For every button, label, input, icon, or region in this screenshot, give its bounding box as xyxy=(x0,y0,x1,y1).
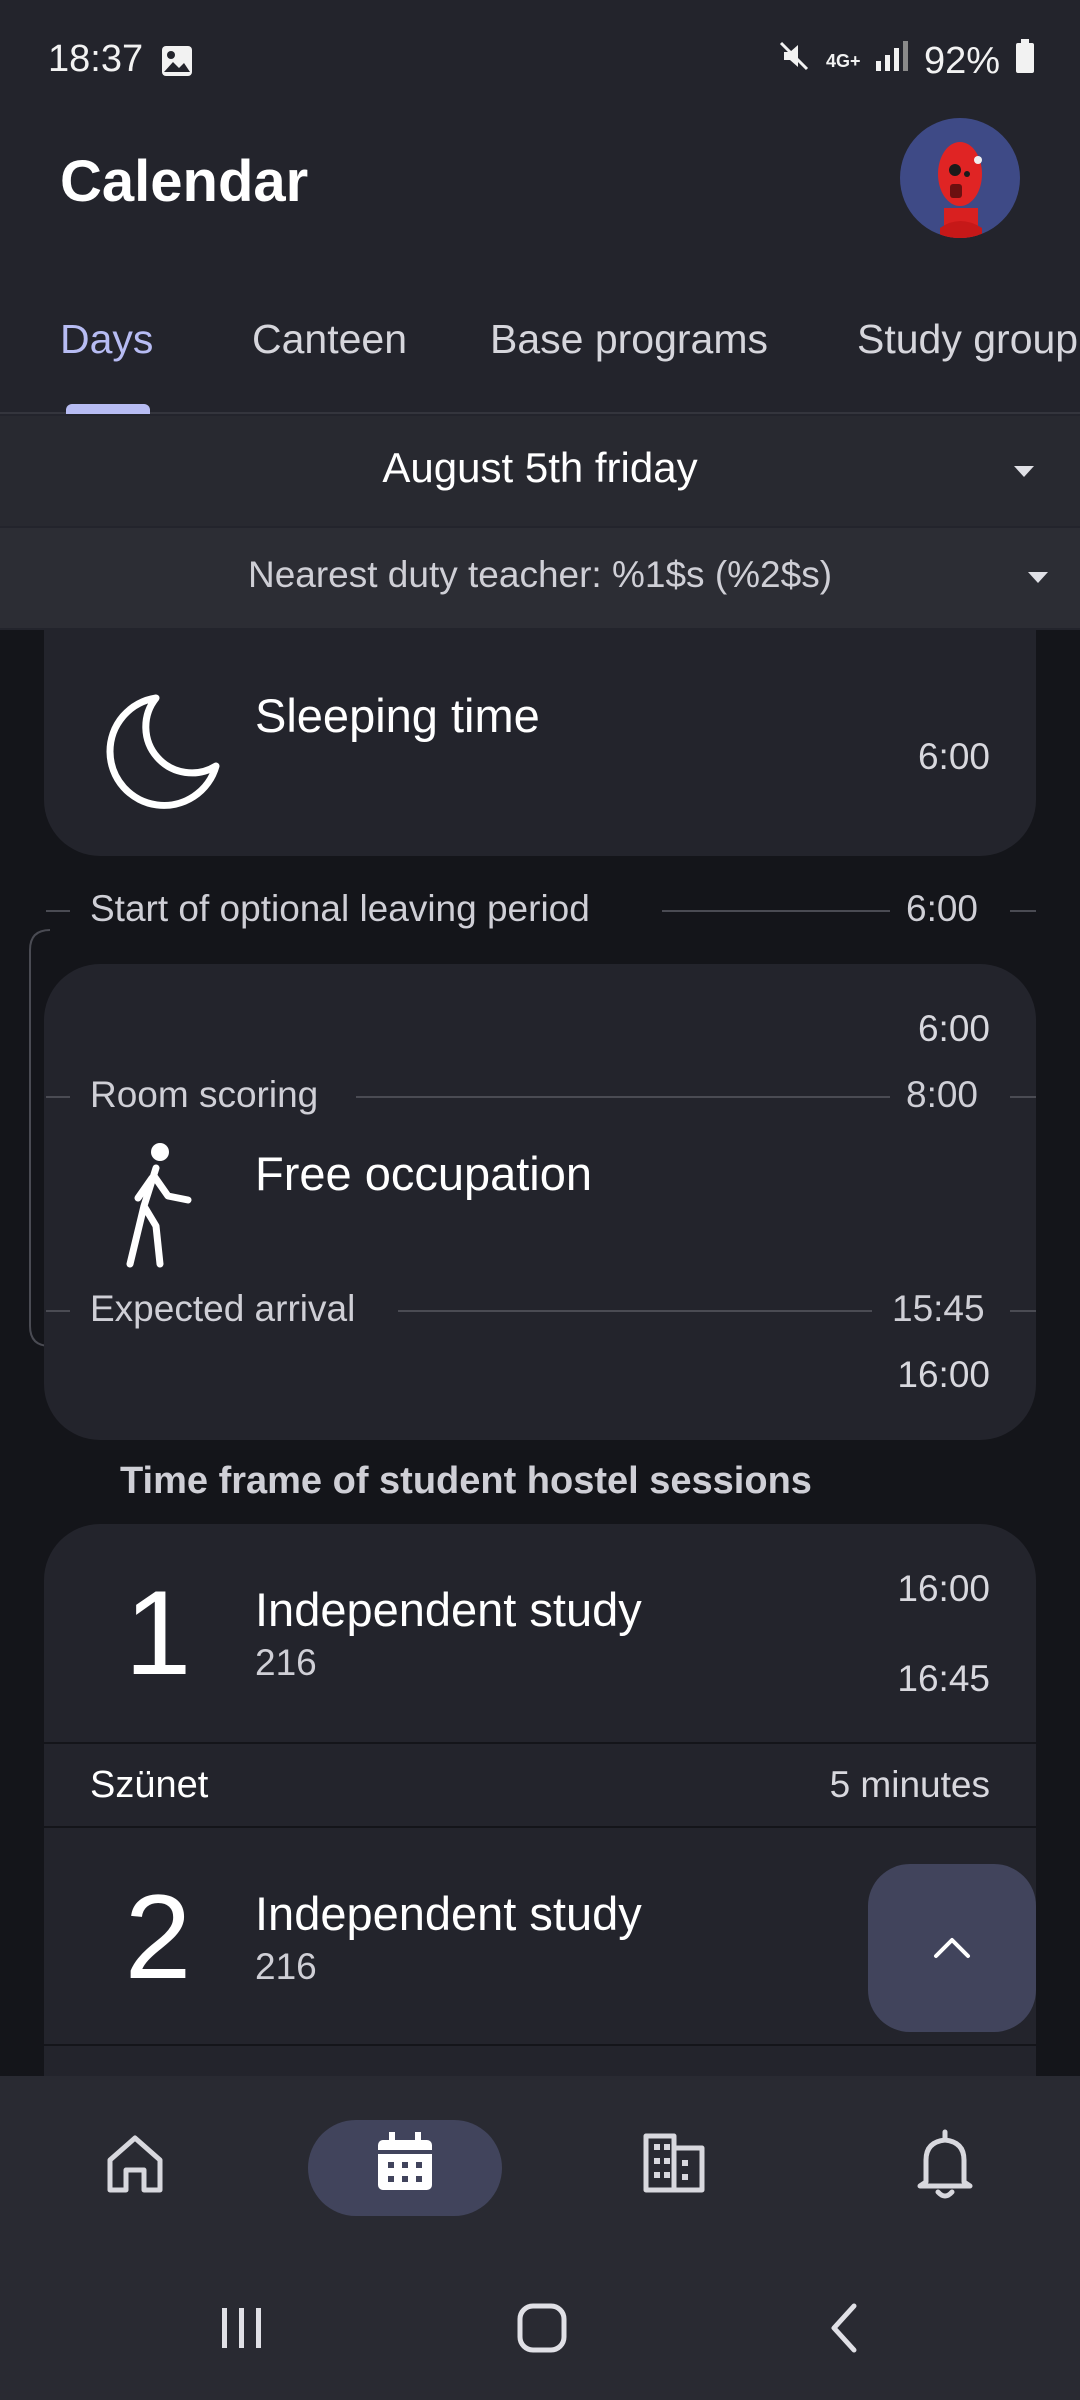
scroll-to-top-button[interactable] xyxy=(868,1864,1036,2032)
tab-canteen[interactable]: Canteen xyxy=(252,316,407,363)
break-label: Szünet xyxy=(90,1764,209,1806)
duty-teacher-label: Nearest duty teacher: %1$s (%2$s) xyxy=(247,554,833,595)
session-card-1[interactable]: 1 Independent study 216 16:00 16:45 xyxy=(44,1524,1036,1742)
network-indicator: 4G+ xyxy=(825,51,861,71)
sleeping-time-card[interactable]: Sleeping time 6:00 xyxy=(44,630,1036,856)
marker-label: Room scoring xyxy=(90,1074,319,1115)
avatar[interactable] xyxy=(900,118,1020,238)
session-title: Independent study xyxy=(255,1583,642,1636)
tab-study-group[interactable]: Study group xyxy=(857,316,1078,363)
dropdown-arrow-icon xyxy=(1028,572,1048,583)
back-icon[interactable] xyxy=(818,2300,874,2356)
active-tab-indicator xyxy=(66,404,150,414)
session-number: 1 xyxy=(124,1566,192,1700)
home-icon xyxy=(107,2135,163,2193)
battery-level: 92% xyxy=(923,39,1000,82)
activity-time: 6:00 xyxy=(917,736,990,777)
moon-icon xyxy=(104,690,224,815)
building-icon xyxy=(643,2133,705,2193)
marker-label: Expected arrival xyxy=(90,1288,356,1329)
date-selector[interactable]: August 5th friday xyxy=(0,416,1080,526)
section-title: Time frame of student hostel sessions xyxy=(120,1460,812,1502)
gallery-icon xyxy=(160,44,194,83)
system-navigation-bar xyxy=(0,2250,1080,2400)
break-duration: 5 minutes xyxy=(829,1764,990,1805)
session-card-3-partial xyxy=(44,2046,1036,2076)
avatar-image xyxy=(938,142,982,238)
session-start-time: 16:00 xyxy=(897,1568,990,1609)
mute-icon xyxy=(776,38,812,84)
expected-arrival-marker: Expected arrival 15:45 xyxy=(0,1286,1080,1336)
session-title: Independent study xyxy=(255,1887,642,1940)
nav-building[interactable] xyxy=(630,2118,720,2208)
activity-end-time: 16:00 xyxy=(897,1354,990,1395)
status-time: 18:37 xyxy=(48,38,144,80)
marker-time: 15:45 xyxy=(892,1288,985,1329)
recent-apps-icon[interactable] xyxy=(212,2300,272,2356)
status-bar: 18:37 4G+ 92% xyxy=(0,0,1080,120)
home-button-icon[interactable] xyxy=(512,2300,572,2356)
marker-label: Start of optional leaving period xyxy=(90,888,590,929)
tab-base-programs[interactable]: Base programs xyxy=(490,316,768,363)
schedule-list[interactable]: Sleeping time 6:00 Start of optional lea… xyxy=(0,630,1080,2076)
dropdown-arrow-icon xyxy=(1014,466,1034,477)
battery-icon xyxy=(1014,38,1036,84)
session-room: 216 xyxy=(255,1642,317,1683)
bottom-navigation xyxy=(0,2076,1080,2250)
session-room: 216 xyxy=(255,1946,317,1987)
duty-teacher-selector[interactable]: Nearest duty teacher: %1$s (%2$s) xyxy=(0,528,1080,628)
marker-time: 6:00 xyxy=(906,888,979,929)
marker-time: 8:00 xyxy=(906,1074,979,1115)
break-row: Szünet 5 minutes xyxy=(44,1744,1036,1826)
activity-start-time: 6:00 xyxy=(917,1008,990,1049)
chevron-up-icon xyxy=(934,1938,970,1958)
session-end-time: 16:45 xyxy=(897,1658,990,1699)
activity-title: Free occupation xyxy=(255,1147,593,1200)
activity-title: Sleeping time xyxy=(255,689,540,742)
nav-calendar[interactable] xyxy=(360,2118,450,2208)
walking-person-icon xyxy=(116,1142,196,1273)
room-scoring-marker: Room scoring 8:00 xyxy=(0,1072,1080,1122)
calendar-icon xyxy=(378,2132,432,2190)
nav-notifications[interactable] xyxy=(900,2118,990,2208)
optional-leaving-marker: Start of optional leaving period 6:00 xyxy=(0,886,1080,936)
date-label: August 5th friday xyxy=(382,444,698,491)
signal-icon xyxy=(874,39,910,83)
free-occupation-card[interactable]: 6:00 Free occupation 16:00 xyxy=(44,964,1036,1440)
bell-icon xyxy=(917,2129,973,2199)
nav-home[interactable] xyxy=(90,2118,180,2208)
page-title: Calendar xyxy=(60,149,309,214)
tab-bar: Days Canteen Base programs Study group xyxy=(0,290,1080,414)
tab-days[interactable]: Days xyxy=(60,316,153,363)
session-number: 2 xyxy=(124,1870,192,2004)
